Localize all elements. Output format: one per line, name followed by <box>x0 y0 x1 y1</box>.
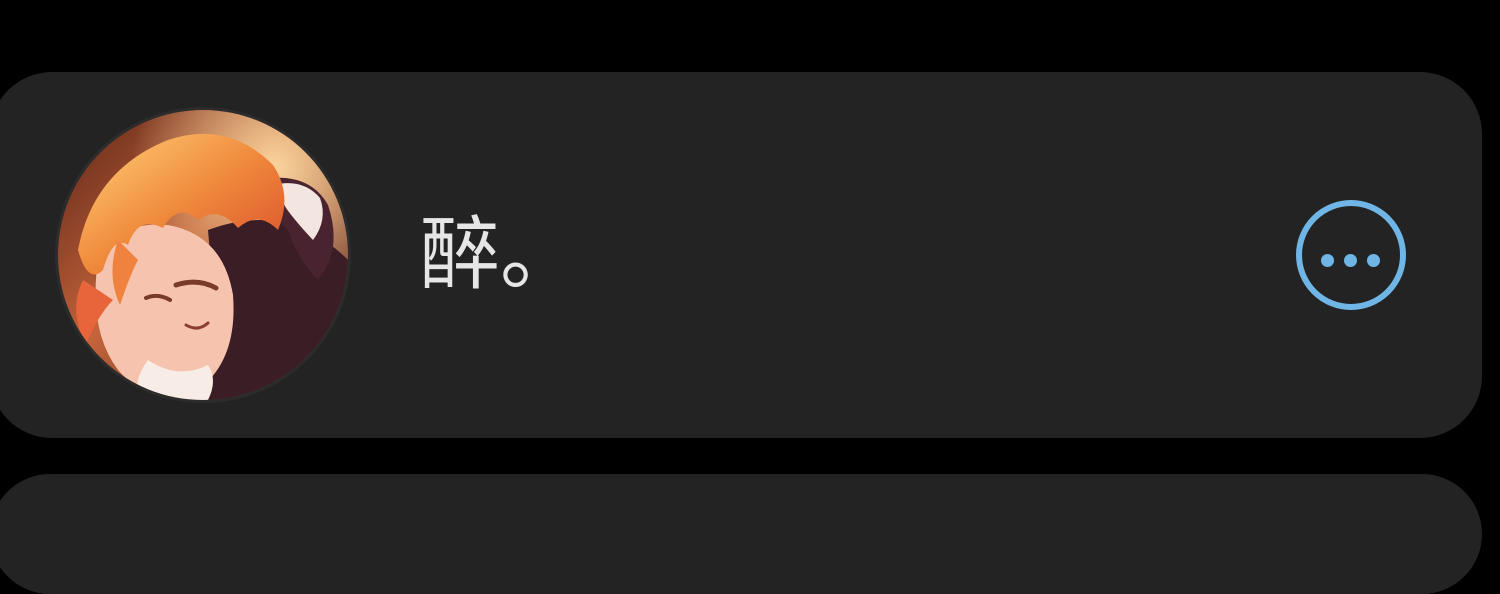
avatar[interactable] <box>58 110 348 400</box>
contact-name: 醉。 <box>420 208 580 301</box>
more-options-button[interactable] <box>1296 200 1406 310</box>
next-contact-card[interactable] <box>0 474 1482 594</box>
more-options-icon-dot <box>1344 254 1357 267</box>
more-options-icon <box>1321 254 1334 267</box>
more-options-icon-dot <box>1367 254 1380 267</box>
anime-character-avatar-icon <box>58 110 348 400</box>
